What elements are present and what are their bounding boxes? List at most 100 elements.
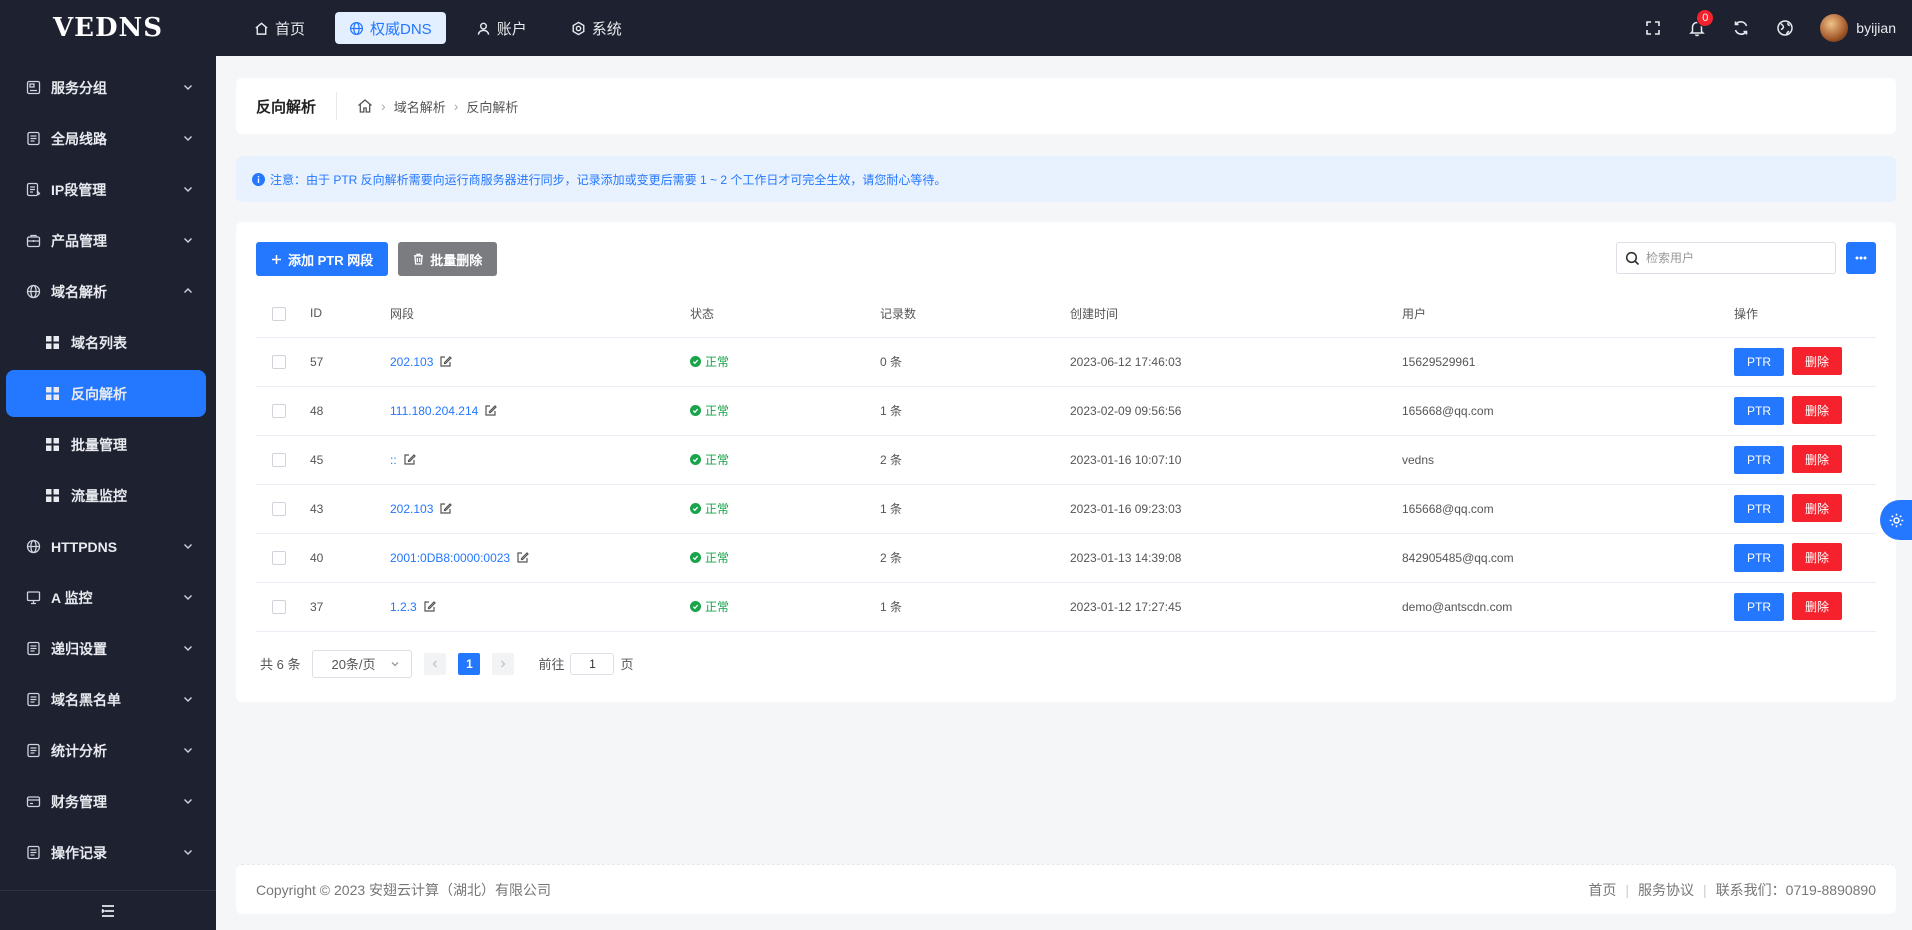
fullscreen-icon [1646,21,1661,35]
segment-link[interactable]: 2001:0DB8:0000:0023 [390,551,510,565]
edit-icon[interactable] [439,355,453,368]
row-checkbox[interactable] [272,354,286,369]
sidebar-item-domain-blacklist[interactable]: 域名黑名单 [0,674,216,725]
page-size-select[interactable]: 20条/页 [312,649,413,678]
status-badge: 正常 [690,549,729,566]
batch-delete-label: 批量删除 [430,252,483,268]
ptr-button[interactable]: PTR [1734,445,1784,474]
floating-settings-button[interactable] [1880,500,1912,540]
topnav-system[interactable]: 系统 [557,12,636,44]
column-header-records: 记录数 [880,290,1070,338]
edit-icon[interactable] [423,600,436,613]
page-number-current[interactable]: 1 [458,652,481,675]
chevron-down-icon [184,697,192,702]
sidebar-item-product-management[interactable]: 产品管理 [0,215,216,266]
document-icon [27,845,40,860]
avatar [1820,14,1849,42]
segment-link[interactable]: :: [390,453,397,467]
topnav-account[interactable]: 账户 [462,12,541,44]
sidebar-item-ip-segment[interactable]: IP段管理 [0,164,216,215]
breadcrumb-item[interactable]: 域名解析 [394,97,446,116]
chevron-left-icon [433,660,438,667]
edit-icon[interactable] [403,453,416,466]
chevron-down-icon [184,187,192,192]
goto-page-input[interactable] [570,652,615,675]
batch-delete-button[interactable]: 批量删除 [398,242,498,276]
language-button[interactable] [1776,19,1794,37]
search-box [1616,242,1836,274]
row-checkbox[interactable] [272,550,286,565]
row-select-cell[interactable] [256,386,310,436]
next-page-button[interactable] [492,652,515,675]
delete-button[interactable]: 删除 [1792,494,1843,523]
trash-icon [414,253,424,265]
header-select-all[interactable] [256,290,310,338]
sidebar-item-recursive-settings[interactable]: 递归设置 [0,623,216,674]
segment-link[interactable]: 1.2.3 [390,600,417,614]
sidebar-item-service-group[interactable]: 服务分组 [0,62,216,113]
sidebar-item-a-monitor[interactable]: A 监控 [0,572,216,623]
ptr-button[interactable]: PTR [1734,543,1784,572]
prev-page-button[interactable] [424,652,447,675]
segment-link[interactable]: 202.103 [390,355,433,369]
app-logo[interactable]: VEDNS [0,0,216,56]
sidebar-subitem-batch-management[interactable]: 批量管理 [0,419,216,470]
row-records: 2 条 [880,435,1070,485]
edit-icon[interactable] [516,551,529,564]
footer-link-contact[interactable]: 联系我们：0719-8890890 [1716,880,1876,900]
fullscreen-button[interactable] [1644,19,1662,37]
row-checkbox[interactable] [272,403,286,418]
row-select-cell[interactable] [256,337,310,387]
segment-link[interactable]: 202.103 [390,502,433,516]
search-input[interactable] [1646,251,1826,265]
sidebar-subitem-domain-list[interactable]: 域名列表 [0,317,216,368]
more-options-button[interactable] [1846,242,1876,274]
delete-button[interactable]: 删除 [1792,396,1843,425]
sidebar-item-label: IP段管理 [51,181,107,198]
home-icon[interactable] [357,98,373,114]
delete-button[interactable]: 删除 [1792,445,1843,474]
segment-link[interactable]: 111.180.204.214 [390,404,478,418]
sidebar-item-domain-resolution[interactable]: 域名解析 [0,266,216,317]
sidebar-item-global-lines[interactable]: 全局线路 [0,113,216,164]
row-checkbox[interactable] [272,599,286,614]
page-title: 反向解析 [256,92,338,120]
row-records: 0 条 [880,337,1070,387]
sidebar-item-operation-log[interactable]: 操作记录 [0,827,216,878]
sidebar-collapse-button[interactable] [0,890,216,930]
sidebar-subitem-reverse-resolution[interactable]: 反向解析 [6,370,206,417]
add-ptr-segment-button[interactable]: 添加 PTR 网段 [256,242,389,276]
row-select-cell[interactable] [256,435,310,485]
sidebar-item-httpdns[interactable]: HTTPDNS [0,521,216,572]
delete-button[interactable]: 删除 [1792,592,1843,621]
topnav-home[interactable]: 首页 [240,12,319,44]
delete-button[interactable]: 删除 [1792,543,1843,572]
row-checkbox[interactable] [272,452,286,467]
sidebar-subitem-label: 反向解析 [71,385,127,402]
edit-icon[interactable] [484,404,498,417]
footer-link-terms[interactable]: 服务协议 [1638,880,1694,900]
footer-link-home[interactable]: 首页 [1588,880,1616,900]
row-select-cell[interactable] [256,484,310,534]
row-select-cell[interactable] [256,533,310,583]
select-all-checkbox[interactable] [272,306,286,321]
row-checkbox[interactable] [272,501,286,516]
notifications-button[interactable]: 0 [1688,9,1715,37]
ptr-button[interactable]: PTR [1734,494,1784,523]
user-menu[interactable]: byijian [1820,14,1896,42]
info-icon [252,172,265,186]
sidebar-item-finance[interactable]: 财务管理 [0,776,216,827]
delete-button[interactable]: 删除 [1792,347,1843,376]
goto-prefix: 前往 [538,657,565,672]
topnav-authoritative-dns[interactable]: 权威DNS [335,12,446,44]
row-select-cell[interactable] [256,582,310,632]
ptr-button[interactable]: PTR [1734,347,1784,376]
ptr-button[interactable]: PTR [1734,592,1784,621]
main-content: 反向解析 › 域名解析 › 反向解析 注意：由于 PTR 反向解析需要向运行商服… [216,56,1912,930]
refresh-button[interactable] [1732,19,1750,37]
sidebar-item-statistics[interactable]: 统计分析 [0,725,216,776]
ptr-button[interactable]: PTR [1734,396,1784,425]
sidebar-item-label: 统计分析 [51,742,107,759]
sidebar-subitem-traffic-monitor[interactable]: 流量监控 [0,470,216,521]
edit-icon[interactable] [439,502,453,515]
